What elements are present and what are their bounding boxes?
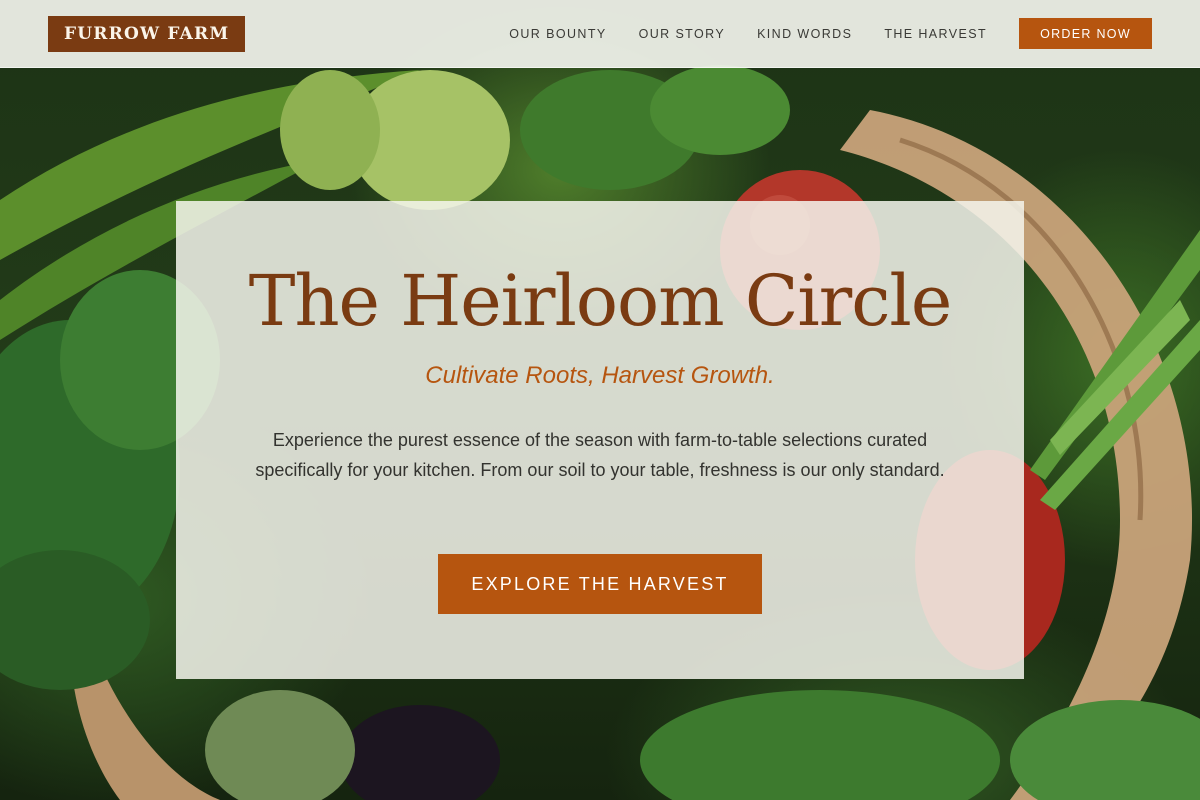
hero-description: Experience the purest essence of the sea…: [255, 430, 945, 480]
nav-link-our-story[interactable]: OUR STORY: [639, 27, 725, 41]
nav-link-our-bounty[interactable]: OUR BOUNTY: [509, 27, 606, 41]
site-header: FURROW FARM OUR BOUNTY OUR STORY KIND WO…: [0, 0, 1200, 68]
nav-link-kind-words[interactable]: KIND WORDS: [757, 27, 852, 41]
explore-harvest-button[interactable]: EXPLORE THE HARVEST: [438, 554, 762, 614]
nav-link-the-harvest[interactable]: THE HARVEST: [884, 27, 987, 41]
main-nav: OUR BOUNTY OUR STORY KIND WORDS THE HARV…: [509, 0, 987, 68]
hero-tagline: Cultivate Roots, Harvest Growth.: [425, 362, 775, 389]
hero-title: The Heirloom Circle: [248, 260, 953, 342]
brand-logo[interactable]: FURROW FARM: [48, 16, 246, 52]
order-now-button[interactable]: ORDER NOW: [1019, 18, 1152, 49]
hero-card: The Heirloom Circle Cultivate Roots, Har…: [176, 201, 1024, 679]
